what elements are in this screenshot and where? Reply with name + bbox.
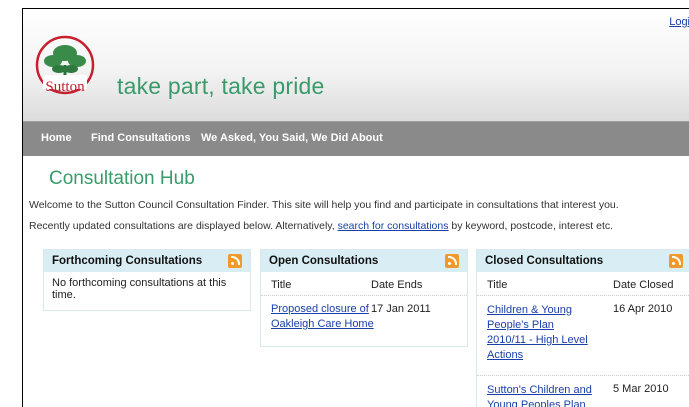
panel-title: Open Consultations xyxy=(269,255,379,267)
nav-about[interactable]: About xyxy=(351,132,383,144)
column-header-date: Date Closed xyxy=(613,279,674,291)
column-header-date: Date Ends xyxy=(371,279,423,291)
consultation-link-line[interactable]: People's Plan xyxy=(487,318,554,332)
consultation-link-line[interactable]: Oakleigh Care Home xyxy=(271,317,374,331)
page-frame: Logi Sutton take part, take pride Home F… xyxy=(22,8,689,407)
date-ends: 17 Jan 2011 xyxy=(371,303,431,315)
column-header-title: Title xyxy=(271,279,292,291)
intro-line-1: Welcome to the Sutton Council Consultati… xyxy=(29,199,619,211)
forthcoming-empty-message: No forthcoming consultations at this tim… xyxy=(44,272,250,306)
site-header: Logi Sutton take part, take pride xyxy=(23,9,689,121)
rss-icon[interactable] xyxy=(669,254,683,268)
date-closed: 16 Apr 2010 xyxy=(613,303,673,315)
login-link[interactable]: Logi xyxy=(669,16,689,28)
main-nav: Home Find Consultations We Asked, You Sa… xyxy=(23,121,689,156)
consultation-link-line[interactable]: Actions xyxy=(487,348,523,362)
rss-icon[interactable] xyxy=(445,254,459,268)
table-row: Children & Young People's Plan 2010/11 -… xyxy=(477,295,689,376)
empty-text-line: No forthcoming consultations at this xyxy=(52,277,227,289)
consultation-link-line[interactable]: Proposed closure of xyxy=(271,302,369,316)
intro-text-before: Recently updated consultations are displ… xyxy=(29,220,338,232)
search-consultations-link[interactable]: search for consultations xyxy=(338,220,449,232)
open-panel: Open Consultations Title Date Ends Propo… xyxy=(260,249,468,347)
intro-text-after: by keyword, postcode, interest etc. xyxy=(448,220,614,232)
panel-title: Forthcoming Consultations xyxy=(52,255,203,267)
nav-home[interactable]: Home xyxy=(41,132,72,144)
panel-header: Forthcoming Consultations xyxy=(44,250,250,272)
column-header-title: Title xyxy=(487,279,508,291)
nav-find-consultations[interactable]: Find Consultations xyxy=(91,132,191,144)
logo-wordmark: Sutton xyxy=(45,79,85,95)
closed-panel: Closed Consultations Title Date Closed C… xyxy=(476,249,689,407)
rss-icon[interactable] xyxy=(228,254,242,268)
panel-title: Closed Consultations xyxy=(485,255,604,267)
consultation-link-line[interactable]: Sutton's Children and xyxy=(487,383,592,397)
panel-header: Closed Consultations xyxy=(477,250,689,272)
intro-line-2: Recently updated consultations are displ… xyxy=(29,220,613,232)
consultation-link-line[interactable]: Children & Young xyxy=(487,303,572,317)
page-title: Consultation Hub xyxy=(49,168,195,189)
empty-text-line: time. xyxy=(52,289,76,301)
consultation-link-line[interactable]: 2010/11 - High Level xyxy=(487,333,588,347)
date-closed: 5 Mar 2010 xyxy=(613,383,669,395)
nav-we-asked[interactable]: We Asked, You Said, We Did xyxy=(201,132,348,144)
site-tagline: take part, take pride xyxy=(117,73,325,99)
panel-header: Open Consultations xyxy=(261,250,467,272)
forthcoming-panel: Forthcoming Consultations No forthcoming… xyxy=(43,249,251,311)
table-row: Sutton's Children and Young Peoples Plan… xyxy=(477,375,689,407)
table-row: Proposed closure of Oakleigh Care Home 1… xyxy=(261,295,467,346)
